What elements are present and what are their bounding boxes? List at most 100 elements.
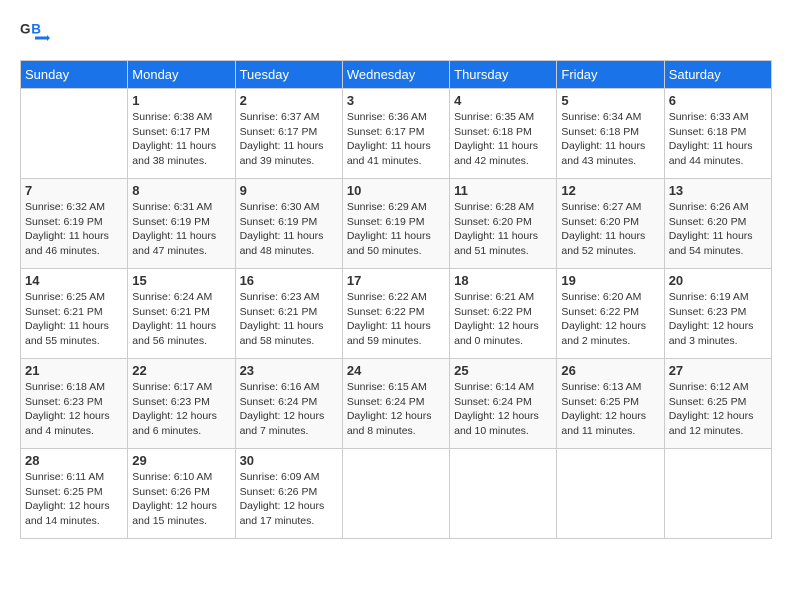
day-info: Sunrise: 6:20 AMSunset: 6:22 PMDaylight:… xyxy=(561,290,659,349)
logo: G B xyxy=(20,20,54,50)
day-number: 1 xyxy=(132,93,230,108)
day-number: 23 xyxy=(240,363,338,378)
week-row-3: 14 Sunrise: 6:25 AMSunset: 6:21 PMDayligh… xyxy=(21,269,772,359)
day-cell: 20 Sunrise: 6:19 AMSunset: 6:23 PMDayligh… xyxy=(664,269,771,359)
day-cell: 7Sunrise: 6:32 AMSunset: 6:19 PMDaylight… xyxy=(21,179,128,269)
day-info: Sunrise: 6:28 AMSunset: 6:20 PMDaylight:… xyxy=(454,200,552,259)
day-info: Sunrise: 6:30 AMSunset: 6:19 PMDaylight:… xyxy=(240,200,338,259)
weekday-header-tuesday: Tuesday xyxy=(235,61,342,89)
day-cell: 9 Sunrise: 6:30 AMSunset: 6:19 PMDaylight… xyxy=(235,179,342,269)
day-info: Sunrise: 6:37 AMSunset: 6:17 PMDaylight:… xyxy=(240,110,338,169)
day-number: 14 xyxy=(25,273,123,288)
day-info: Sunrise: 6:13 AMSunset: 6:25 PMDaylight:… xyxy=(561,380,659,439)
day-cell: 13 Sunrise: 6:26 AMSunset: 6:20 PMDayligh… xyxy=(664,179,771,269)
calendar-table: SundayMondayTuesdayWednesdayThursdayFrid… xyxy=(20,60,772,539)
day-number: 29 xyxy=(132,453,230,468)
day-number: 17 xyxy=(347,273,445,288)
day-info: Sunrise: 6:38 AMSunset: 6:17 PMDaylight:… xyxy=(132,110,230,169)
day-number: 22 xyxy=(132,363,230,378)
day-cell xyxy=(21,89,128,179)
day-cell xyxy=(342,449,449,539)
day-cell: 19 Sunrise: 6:20 AMSunset: 6:22 PMDayligh… xyxy=(557,269,664,359)
svg-text:B: B xyxy=(31,22,41,37)
day-number: 8 xyxy=(132,183,230,198)
day-number: 12 xyxy=(561,183,659,198)
day-cell: 5 Sunrise: 6:34 AMSunset: 6:18 PMDaylight… xyxy=(557,89,664,179)
day-info: Sunrise: 6:32 AMSunset: 6:19 PMDaylight:… xyxy=(25,200,123,259)
day-number: 10 xyxy=(347,183,445,198)
day-number: 13 xyxy=(669,183,767,198)
day-info: Sunrise: 6:27 AMSunset: 6:20 PMDaylight:… xyxy=(561,200,659,259)
day-info: Sunrise: 6:36 AMSunset: 6:17 PMDaylight:… xyxy=(347,110,445,169)
day-info: Sunrise: 6:23 AMSunset: 6:21 PMDaylight:… xyxy=(240,290,338,349)
day-cell: 10 Sunrise: 6:29 AMSunset: 6:19 PMDayligh… xyxy=(342,179,449,269)
day-number: 9 xyxy=(240,183,338,198)
day-number: 3 xyxy=(347,93,445,108)
day-cell: 26 Sunrise: 6:13 AMSunset: 6:25 PMDayligh… xyxy=(557,359,664,449)
day-cell: 27 Sunrise: 6:12 AMSunset: 6:25 PMDayligh… xyxy=(664,359,771,449)
weekday-header-friday: Friday xyxy=(557,61,664,89)
day-info: Sunrise: 6:29 AMSunset: 6:19 PMDaylight:… xyxy=(347,200,445,259)
day-number: 16 xyxy=(240,273,338,288)
day-cell: 16 Sunrise: 6:23 AMSunset: 6:21 PMDayligh… xyxy=(235,269,342,359)
day-cell: 1 Sunrise: 6:38 AMSunset: 6:17 PMDaylight… xyxy=(128,89,235,179)
day-cell xyxy=(557,449,664,539)
day-number: 26 xyxy=(561,363,659,378)
day-number: 5 xyxy=(561,93,659,108)
day-info: Sunrise: 6:10 AMSunset: 6:26 PMDaylight:… xyxy=(132,470,230,529)
day-number: 19 xyxy=(561,273,659,288)
day-number: 27 xyxy=(669,363,767,378)
day-number: 25 xyxy=(454,363,552,378)
logo-icon: G B xyxy=(20,20,50,50)
day-cell: 4 Sunrise: 6:35 AMSunset: 6:18 PMDaylight… xyxy=(450,89,557,179)
day-info: Sunrise: 6:12 AMSunset: 6:25 PMDaylight:… xyxy=(669,380,767,439)
day-info: Sunrise: 6:09 AMSunset: 6:26 PMDaylight:… xyxy=(240,470,338,529)
day-cell: 28 Sunrise: 6:11 AMSunset: 6:25 PMDayligh… xyxy=(21,449,128,539)
day-cell: 15Sunrise: 6:24 AMSunset: 6:21 PMDayligh… xyxy=(128,269,235,359)
day-info: Sunrise: 6:31 AMSunset: 6:19 PMDaylight:… xyxy=(132,200,230,259)
day-info: Sunrise: 6:25 AMSunset: 6:21 PMDaylight:… xyxy=(25,290,123,349)
day-cell: 17 Sunrise: 6:22 AMSunset: 6:22 PMDayligh… xyxy=(342,269,449,359)
day-number: 6 xyxy=(669,93,767,108)
day-info: Sunrise: 6:19 AMSunset: 6:23 PMDaylight:… xyxy=(669,290,767,349)
weekday-header-thursday: Thursday xyxy=(450,61,557,89)
day-cell: 18 Sunrise: 6:21 AMSunset: 6:22 PMDayligh… xyxy=(450,269,557,359)
weekday-header-sunday: Sunday xyxy=(21,61,128,89)
day-number: 4 xyxy=(454,93,552,108)
weekday-header-wednesday: Wednesday xyxy=(342,61,449,89)
week-row-5: 28 Sunrise: 6:11 AMSunset: 6:25 PMDayligh… xyxy=(21,449,772,539)
day-info: Sunrise: 6:14 AMSunset: 6:24 PMDaylight:… xyxy=(454,380,552,439)
day-number: 28 xyxy=(25,453,123,468)
day-number: 11 xyxy=(454,183,552,198)
weekday-header-row: SundayMondayTuesdayWednesdayThursdayFrid… xyxy=(21,61,772,89)
day-cell: 14 Sunrise: 6:25 AMSunset: 6:21 PMDayligh… xyxy=(21,269,128,359)
day-info: Sunrise: 6:34 AMSunset: 6:18 PMDaylight:… xyxy=(561,110,659,169)
day-number: 18 xyxy=(454,273,552,288)
day-number: 30 xyxy=(240,453,338,468)
weekday-header-monday: Monday xyxy=(128,61,235,89)
day-cell: 3 Sunrise: 6:36 AMSunset: 6:17 PMDaylight… xyxy=(342,89,449,179)
day-cell: 23Sunrise: 6:16 AMSunset: 6:24 PMDayligh… xyxy=(235,359,342,449)
week-row-1: 1 Sunrise: 6:38 AMSunset: 6:17 PMDaylight… xyxy=(21,89,772,179)
day-info: Sunrise: 6:22 AMSunset: 6:22 PMDaylight:… xyxy=(347,290,445,349)
day-number: 24 xyxy=(347,363,445,378)
day-cell: 21Sunrise: 6:18 AMSunset: 6:23 PMDayligh… xyxy=(21,359,128,449)
svg-text:G: G xyxy=(20,22,31,37)
day-cell xyxy=(450,449,557,539)
week-row-2: 7Sunrise: 6:32 AMSunset: 6:19 PMDaylight… xyxy=(21,179,772,269)
day-number: 15 xyxy=(132,273,230,288)
day-info: Sunrise: 6:17 AMSunset: 6:23 PMDaylight:… xyxy=(132,380,230,439)
day-info: Sunrise: 6:26 AMSunset: 6:20 PMDaylight:… xyxy=(669,200,767,259)
day-number: 2 xyxy=(240,93,338,108)
page-header: G B xyxy=(20,20,772,50)
day-number: 20 xyxy=(669,273,767,288)
day-cell: 30 Sunrise: 6:09 AMSunset: 6:26 PMDayligh… xyxy=(235,449,342,539)
day-info: Sunrise: 6:15 AMSunset: 6:24 PMDaylight:… xyxy=(347,380,445,439)
day-cell: 22 Sunrise: 6:17 AMSunset: 6:23 PMDayligh… xyxy=(128,359,235,449)
day-info: Sunrise: 6:35 AMSunset: 6:18 PMDaylight:… xyxy=(454,110,552,169)
day-info: Sunrise: 6:21 AMSunset: 6:22 PMDaylight:… xyxy=(454,290,552,349)
day-cell: 6Sunrise: 6:33 AMSunset: 6:18 PMDaylight… xyxy=(664,89,771,179)
day-info: Sunrise: 6:11 AMSunset: 6:25 PMDaylight:… xyxy=(25,470,123,529)
day-cell: 29 Sunrise: 6:10 AMSunset: 6:26 PMDayligh… xyxy=(128,449,235,539)
day-cell: 12 Sunrise: 6:27 AMSunset: 6:20 PMDayligh… xyxy=(557,179,664,269)
